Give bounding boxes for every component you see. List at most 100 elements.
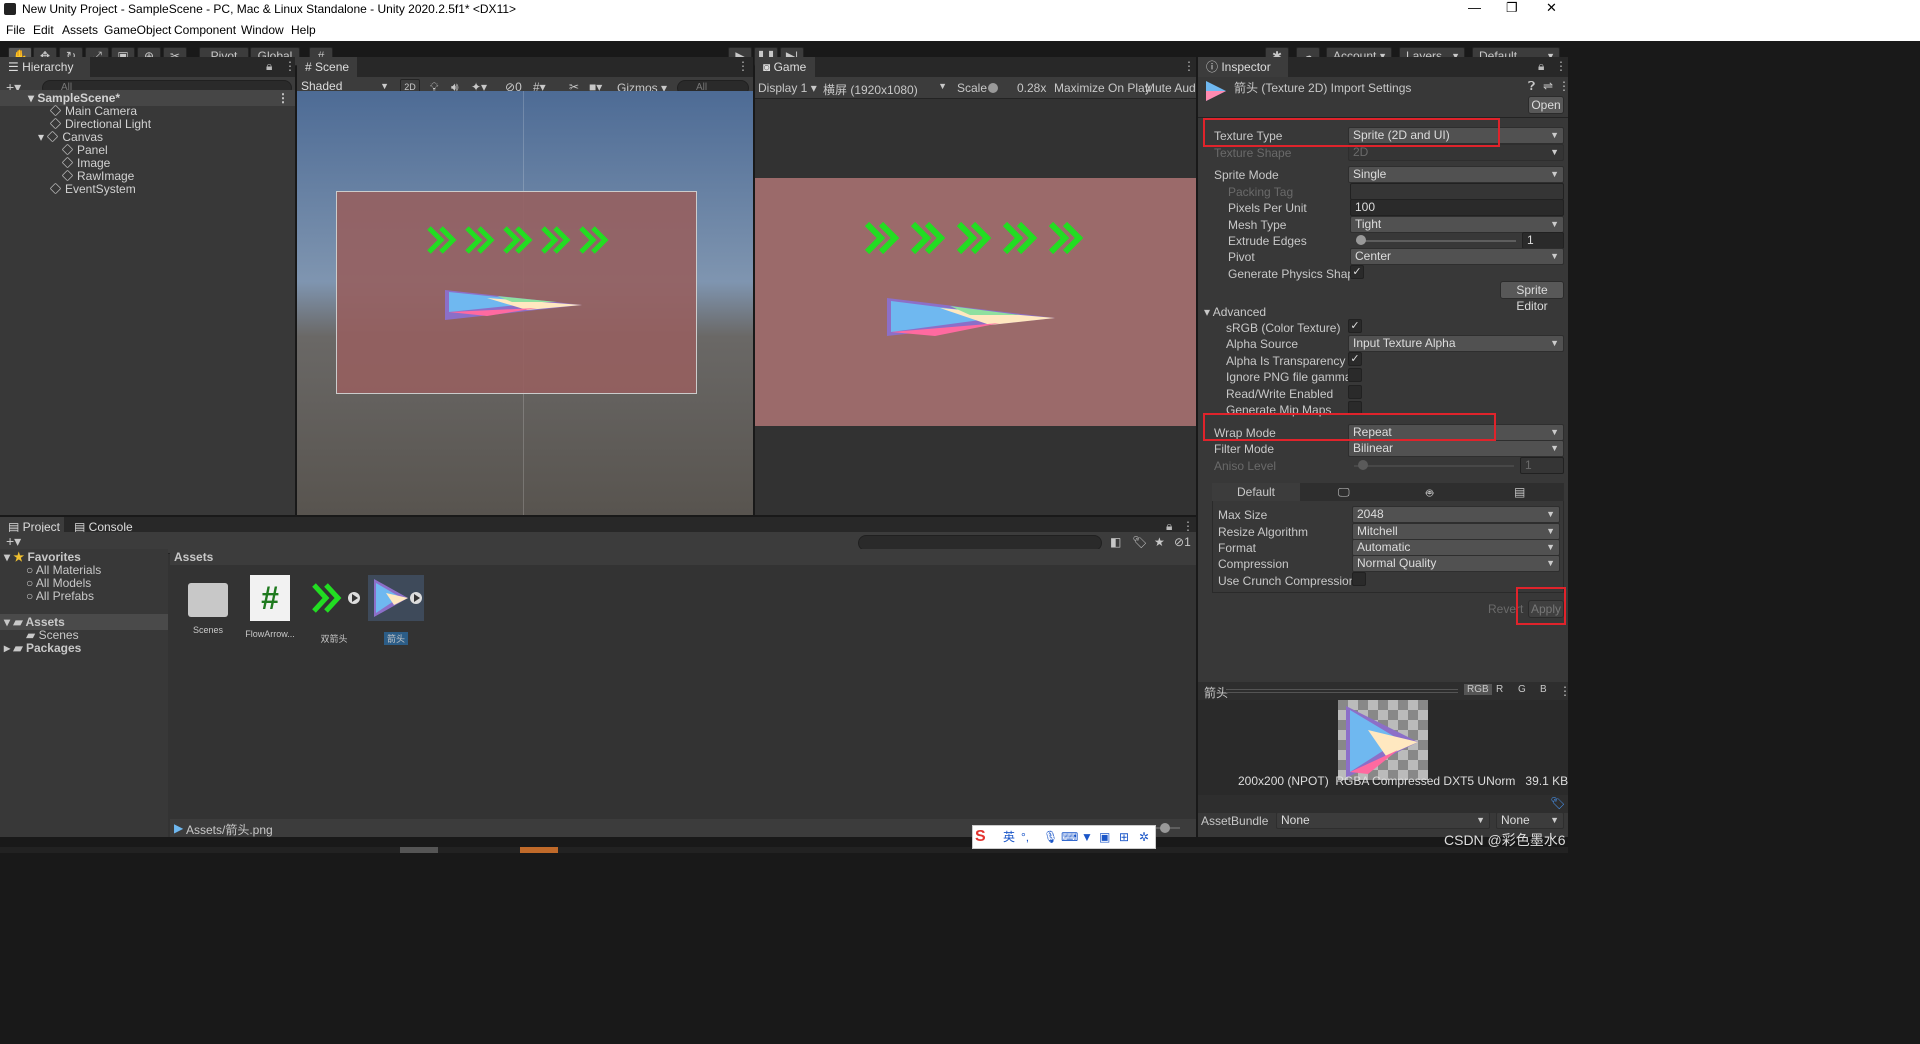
display-dropdown[interactable]: Display 1 ▾ <box>758 81 817 95</box>
asset-item-script[interactable]: # FlowArrow... <box>244 575 296 639</box>
menu-dots-icon[interactable]: ⋮ <box>1182 519 1194 533</box>
android-platform-icon[interactable]: 🤖︎ <box>1426 485 1433 502</box>
menu-dots-icon[interactable]: ⋮ <box>1559 684 1571 698</box>
extrude-edges-input[interactable]: 1 <box>1522 232 1564 249</box>
microphone-icon[interactable]: 🎙︎ <box>1043 826 1058 848</box>
scene-viewport[interactable] <box>297 91 753 515</box>
ime-toolbar[interactable]: S 英 °, 🎙︎ ⌨ ▼ ▣ ⊞ ✲ <box>972 825 1156 849</box>
menu-dots-icon[interactable]: ⋮ <box>1183 59 1195 73</box>
apps-icon[interactable]: ⊞ <box>1119 826 1129 848</box>
close-icon[interactable]: ✕ <box>1546 0 1557 16</box>
scene-row[interactable]: ▾ SampleScene* ⋮ <box>0 90 295 106</box>
filter-label-icon[interactable]: 🏷︎ <box>1132 535 1147 549</box>
csharp-script-icon: # <box>250 575 290 621</box>
max-size-dropdown[interactable]: 2048 ▼ <box>1352 506 1560 523</box>
packing-tag-label: Packing Tag <box>1228 185 1294 199</box>
advanced-foldout[interactable]: ▾ Advanced <box>1204 305 1266 319</box>
srgb-checkbox[interactable]: ✓ <box>1348 319 1362 333</box>
menu-edit[interactable]: Edit <box>33 23 54 37</box>
webgl-platform-icon[interactable]: ▤ <box>1514 485 1525 499</box>
mesh-type-dropdown[interactable]: Tight ▼ <box>1350 216 1564 233</box>
filter-type-icon[interactable]: ◧ <box>1110 535 1121 549</box>
lock-icon[interactable]: 🔒︎ <box>1538 59 1544 74</box>
tab-platform-default[interactable]: Default <box>1212 483 1300 501</box>
toolbox-icon[interactable]: ▣ <box>1099 826 1110 848</box>
minimize-icon[interactable]: — <box>1468 0 1481 15</box>
settings-icon[interactable]: ⇌ <box>1543 79 1553 93</box>
tab-inspector[interactable]: ⓘ Inspector <box>1198 57 1288 77</box>
variant-dropdown[interactable]: None ▼ <box>1496 812 1564 829</box>
tab-game[interactable]: ◙ Game <box>755 57 815 77</box>
list-item[interactable]: EventSystem <box>49 181 136 197</box>
hidden-packages-icon[interactable]: ⊘1 <box>1174 535 1191 549</box>
maximize-icon[interactable]: ❐ <box>1506 0 1518 16</box>
ime-punct[interactable]: °, <box>1021 826 1029 848</box>
menu-dots-icon[interactable]: ⋮ <box>1555 59 1567 73</box>
tab-scene[interactable]: # Scene <box>297 57 357 77</box>
menu-dots-icon[interactable]: ⋮ <box>284 59 296 73</box>
lock-icon[interactable]: 🔒︎ <box>266 59 272 74</box>
crunch-checkbox[interactable] <box>1352 572 1366 586</box>
resolution-dropdown[interactable]: 横屏 (1920x1080) ▼ <box>823 81 947 98</box>
gen-physics-checkbox[interactable]: ✓ <box>1350 265 1364 279</box>
window-title: New Unity Project - SampleScene - PC, Ma… <box>22 2 517 16</box>
game-viewport[interactable] <box>755 178 1196 426</box>
menu-assets[interactable]: Assets <box>62 23 98 37</box>
canvas-panel-rect[interactable] <box>336 191 697 394</box>
menu-dots-icon[interactable]: ⋮ <box>277 90 289 106</box>
menu-gameobject[interactable]: GameObject <box>104 23 171 37</box>
pixels-per-unit-input[interactable]: 100 <box>1350 199 1564 216</box>
help-icon[interactable]: ❓︎ <box>1528 79 1535 94</box>
settings-icon[interactable]: ✲ <box>1139 826 1149 848</box>
channel-rgb-button[interactable]: RGB <box>1464 684 1492 695</box>
read-write-checkbox[interactable] <box>1348 385 1362 399</box>
extrude-edges-slider-knob[interactable] <box>1356 235 1366 245</box>
sprite-editor-button[interactable]: Sprite Editor <box>1500 281 1564 313</box>
inspector-tab-label: Inspector <box>1221 60 1271 74</box>
compression-dropdown[interactable]: Normal Quality ▼ <box>1352 555 1560 572</box>
skin-icon[interactable]: ▼ <box>1081 826 1093 848</box>
tab-hierarchy[interactable]: ☰ Hierarchy <box>0 57 90 77</box>
menu-dots-icon[interactable]: ⋮ <box>737 59 749 73</box>
menu-dots-icon[interactable]: ⋮ <box>1558 79 1570 93</box>
tag-icon[interactable]: 🏷︎ <box>1550 796 1565 810</box>
channel-g-button[interactable]: G <box>1518 684 1526 695</box>
asset-item-scenes[interactable]: Scenes <box>184 579 232 635</box>
chevron-down-icon: ▼ <box>1546 509 1555 519</box>
menu-help[interactable]: Help <box>291 23 316 37</box>
wrap-mode-highlight <box>1203 413 1496 441</box>
assetbundle-dropdown[interactable]: None ▼ <box>1276 812 1490 829</box>
icon-size-knob[interactable] <box>1160 823 1170 833</box>
ime-lang[interactable]: 英 <box>1003 826 1015 848</box>
menu-component[interactable]: Component <box>174 23 236 37</box>
menu-window[interactable]: Window <box>241 23 284 37</box>
open-button[interactable]: Open <box>1528 96 1564 114</box>
add-icon[interactable]: +▾ <box>6 533 21 550</box>
preview-drag-bar[interactable] <box>1226 689 1458 693</box>
ignore-png-gamma-checkbox[interactable] <box>1348 368 1362 382</box>
asset-item-double-arrow[interactable]: 双箭头 <box>306 575 362 645</box>
channel-r-button[interactable]: R <box>1496 684 1503 695</box>
resize-algorithm-dropdown[interactable]: Mitchell ▼ <box>1352 523 1560 540</box>
window-title-bar: New Unity Project - SampleScene - PC, Ma… <box>0 0 1920 19</box>
keyboard-icon[interactable]: ⌨ <box>1061 826 1078 848</box>
maximize-on-play-toggle[interactable]: Maximize On Play <box>1054 81 1151 95</box>
alpha-source-dropdown[interactable]: Input Texture Alpha ▼ <box>1348 335 1564 352</box>
favorite-icon[interactable]: ★ <box>1154 535 1165 549</box>
alpha-transparency-checkbox[interactable]: ✓ <box>1348 352 1362 366</box>
pivot-dropdown[interactable]: Center ▼ <box>1350 248 1564 265</box>
extrude-edges-slider-track[interactable] <box>1356 240 1516 242</box>
hierarchy-tab-label: Hierarchy <box>22 60 74 74</box>
filter-mode-dropdown[interactable]: Bilinear ▼ <box>1348 440 1564 457</box>
standalone-platform-icon[interactable]: 🖵 <box>1338 485 1350 500</box>
sprite-mode-dropdown[interactable]: Single ▼ <box>1348 166 1564 183</box>
scale-slider-knob[interactable] <box>988 83 998 93</box>
format-dropdown[interactable]: Automatic ▼ <box>1352 539 1560 556</box>
channel-b-button[interactable]: B <box>1540 684 1547 695</box>
hierarchy-panel: ☰ Hierarchy 🔒︎ ⋮ +▾ All ▾ SampleScene* ⋮ … <box>0 57 296 515</box>
packages-folder-row[interactable]: ▸ ▰ Packages <box>4 640 81 656</box>
menu-file[interactable]: File <box>6 23 25 37</box>
mute-audio-toggle[interactable]: Mute Audio <box>1145 81 1196 95</box>
list-item[interactable]: ○ All Prefabs <box>26 588 94 604</box>
asset-item-arrow[interactable]: 箭头 <box>368 575 424 645</box>
